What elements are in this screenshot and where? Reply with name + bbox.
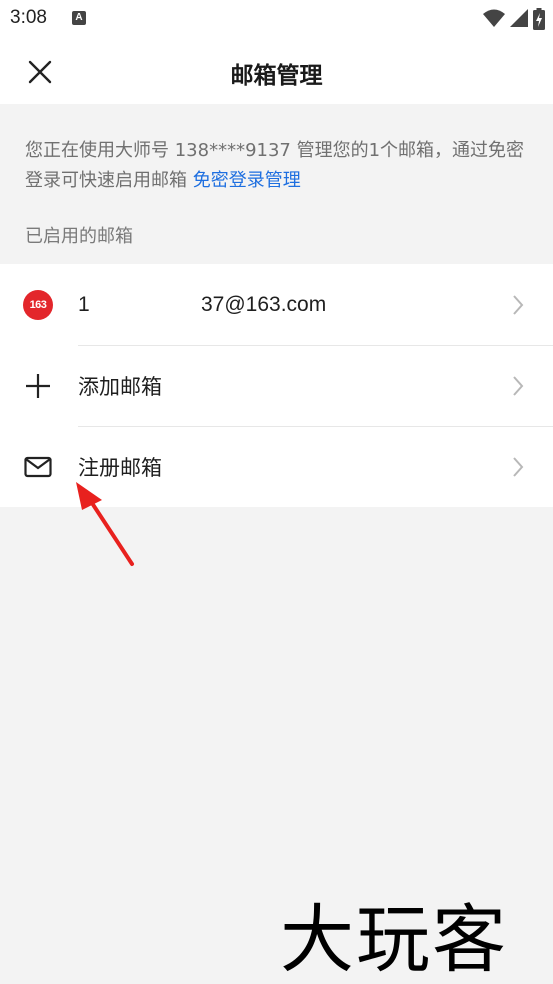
envelope-icon xyxy=(22,451,54,483)
list-item-account[interactable]: 163 1 37@163.com xyxy=(0,264,553,345)
page-title: 邮箱管理 xyxy=(230,63,323,89)
register-mailbox-label: 注册邮箱 xyxy=(78,455,162,480)
wifi-icon xyxy=(483,9,505,27)
account-prefix: 1 xyxy=(78,292,90,316)
list-item-add-mailbox[interactable]: 添加邮箱 xyxy=(0,345,553,426)
signal-icon xyxy=(510,9,528,27)
section-label-enabled-mailboxes: 已启用的邮箱 xyxy=(25,226,133,247)
app-header: 邮箱管理 xyxy=(0,40,553,104)
account-email-suffix: 37@163.com xyxy=(201,292,327,316)
annotation-arrow-icon xyxy=(76,482,134,566)
chevron-right-icon xyxy=(513,456,524,477)
add-mailbox-label: 添加邮箱 xyxy=(78,374,162,399)
passwordless-login-link[interactable]: 免密登录管理 xyxy=(193,170,301,191)
a-icon: A xyxy=(72,11,86,25)
info-text: 您正在使用大师号 138****9137 管理您的1个邮箱，通过免密登录可快速启… xyxy=(25,136,530,196)
chevron-right-icon xyxy=(513,294,524,315)
status-icons xyxy=(483,8,545,30)
status-time: 3:08 xyxy=(10,7,47,28)
plus-icon xyxy=(22,370,54,402)
mail-163-icon: 163 xyxy=(22,289,54,321)
chevron-right-icon xyxy=(513,375,524,396)
watermark: 大玩客 xyxy=(280,897,508,983)
status-bar: 3:08 A xyxy=(0,0,553,40)
battery-charging-icon xyxy=(533,8,545,30)
account-email: 1 37@163.com xyxy=(78,292,326,317)
mailbox-list: 163 1 37@163.com 添加邮箱 注册邮箱 xyxy=(0,264,553,507)
badge-163: 163 xyxy=(23,289,53,320)
